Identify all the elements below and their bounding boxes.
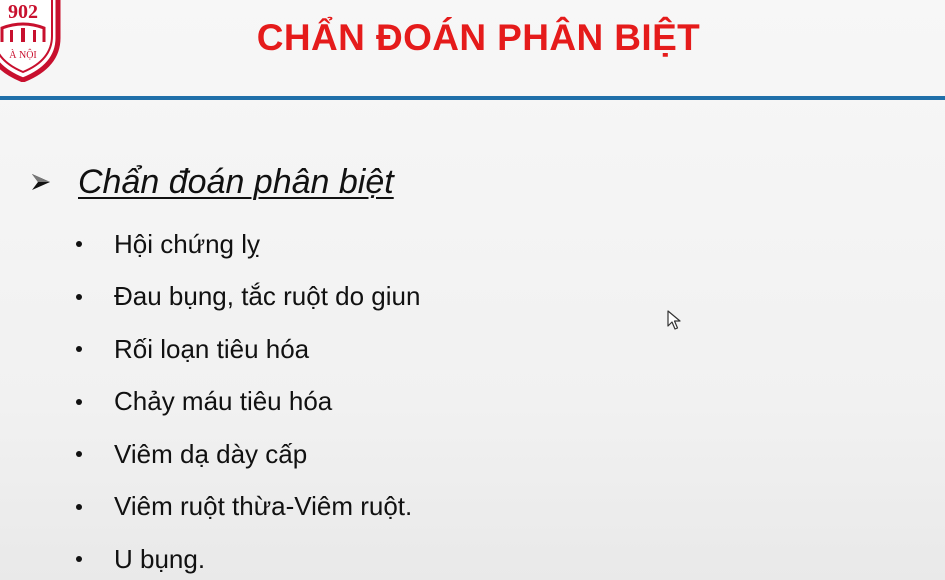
bullet-dot — [76, 451, 82, 458]
bullet-dot — [76, 293, 82, 300]
presentation-slide: 902 À NỘI CHẨN ĐOÁN PHÂN BIỆT Chẩn đoán … — [0, 0, 945, 580]
bullet-dot — [76, 556, 82, 563]
slide-title: CHẨN ĐOÁN PHÂN BIỆT — [256, 17, 701, 58]
bullet-dot — [76, 241, 82, 248]
mouse-cursor-icon — [667, 310, 681, 330]
list-item-text: Rối loạn tiêu hóa — [114, 333, 310, 364]
list-item: Chảy máu tiêu hóa — [76, 376, 420, 429]
list-item-text: Đau bụng, tắc ruột do giun — [114, 281, 421, 312]
list-item: U bụng. — [76, 533, 420, 580]
bullet-dot — [76, 503, 82, 510]
list-item-text: Hội chứng lỵ — [114, 228, 261, 259]
list-item: Đau bụng, tắc ruột do giun — [76, 271, 420, 324]
list-item: Viêm ruột thừa-Viêm ruột. — [76, 481, 420, 534]
arrowhead-icon — [32, 174, 50, 190]
differential-diagnosis-list: Hội chứng lỵ Đau bụng, tắc ruột do giun … — [76, 218, 420, 580]
section-heading-row: Chẩn đoán phân biệt — [30, 160, 394, 204]
list-item-text: Viêm ruột thừa-Viêm ruột. — [114, 491, 413, 522]
list-item: Hội chứng lỵ — [76, 218, 420, 271]
list-item: Viêm dạ dày cấp — [76, 428, 420, 481]
list-item: Rối loạn tiêu hóa — [76, 323, 420, 376]
slide-header: 902 À NỘI CHẨN ĐOÁN PHÂN BIỆT — [0, 0, 945, 100]
bullet-dot — [76, 346, 82, 353]
slide-content: Chẩn đoán phân biệt Hội chứng lỵ Đau bụn… — [0, 100, 945, 580]
list-item-text: U bụng. — [114, 543, 206, 574]
list-item-text: Viêm dạ dày cấp — [114, 438, 308, 469]
bullet-dot — [76, 398, 82, 405]
section-heading: Chẩn đoán phân biệt — [78, 162, 394, 201]
list-item-text: Chảy máu tiêu hóa — [114, 386, 333, 417]
